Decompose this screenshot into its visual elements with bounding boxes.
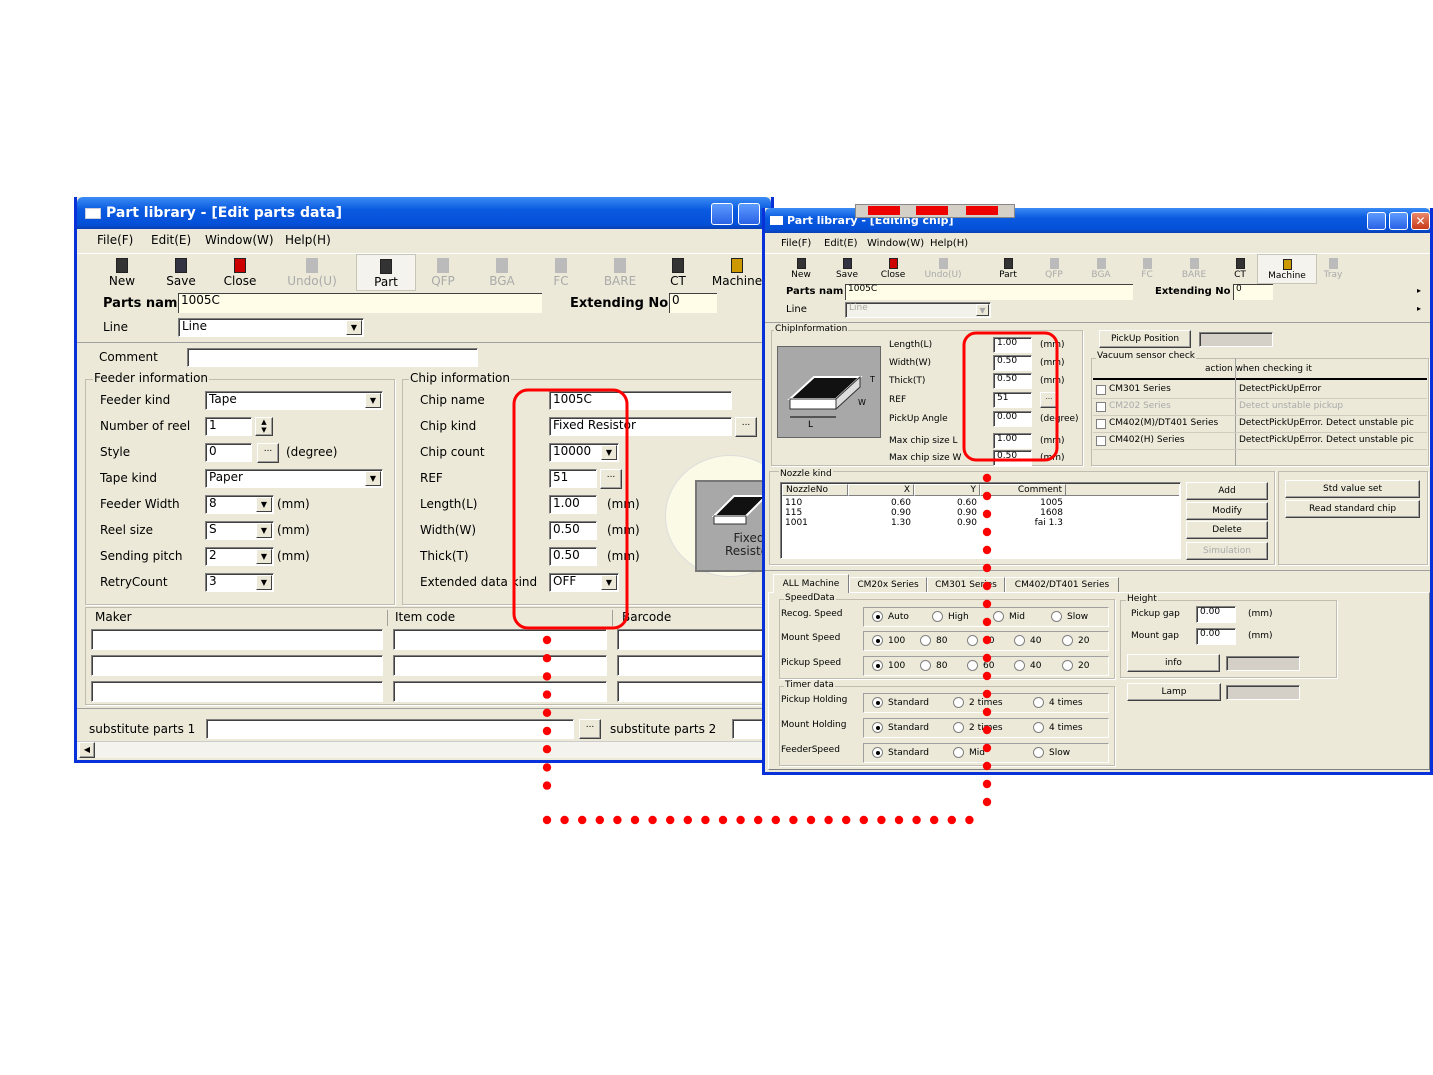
connector-dot	[982, 653, 992, 663]
connector-dot	[613, 815, 622, 825]
connector-dot	[982, 725, 992, 735]
highlight-box-right	[962, 331, 1059, 462]
connector-dot	[542, 690, 552, 699]
connector-dot	[982, 635, 992, 645]
connector-dot	[982, 779, 992, 789]
tab-all-machine[interactable]: ALL Machine	[773, 574, 849, 593]
connector-dot	[824, 815, 833, 825]
connector-dot	[542, 781, 552, 790]
connector-dot	[982, 491, 992, 501]
connector-dot	[930, 815, 939, 825]
connector-dot	[718, 815, 728, 825]
connector-dot	[542, 708, 552, 717]
connector-dot	[982, 617, 992, 627]
connector-dot	[965, 815, 974, 825]
connector-dot	[982, 743, 992, 753]
connector-dot	[982, 563, 992, 573]
connector-dot	[806, 815, 816, 825]
connector-dot	[982, 797, 992, 807]
connector-dot	[701, 815, 710, 825]
connector-dot	[982, 761, 992, 771]
connector-dot	[736, 815, 745, 825]
connector-dot	[982, 599, 992, 609]
highlight-box-left	[512, 388, 629, 630]
connector-dot	[947, 815, 956, 825]
connector-dot	[648, 815, 657, 825]
connector-dot	[542, 654, 552, 663]
connector-dot	[560, 815, 569, 825]
connector-dot	[982, 509, 992, 519]
connector-dot	[542, 763, 552, 772]
connector-dot	[912, 815, 921, 825]
connector-dot	[771, 815, 780, 825]
connector-dot	[542, 726, 552, 736]
connector-dot	[542, 815, 552, 825]
connector-dot	[595, 815, 604, 825]
annotation-overlay	[512, 331, 1059, 825]
connector-dot	[754, 815, 763, 825]
connector-dot	[542, 635, 552, 645]
connector-dot	[894, 815, 904, 825]
connector-dot	[542, 672, 552, 681]
connector-dot	[982, 707, 992, 717]
connector-dot	[982, 527, 992, 537]
connector-dot	[982, 545, 992, 555]
connector-dot	[842, 815, 851, 825]
connector-dot	[683, 815, 692, 825]
connector-dot	[982, 473, 992, 483]
connector-dot	[982, 689, 992, 699]
connector-dot	[982, 581, 992, 591]
connector-dot	[578, 815, 587, 825]
connector-dot	[859, 815, 868, 825]
connector-dot	[666, 815, 675, 825]
dotted-connector	[542, 473, 992, 825]
connector-dot	[789, 815, 798, 825]
connector-dot	[630, 815, 640, 825]
connector-dot	[877, 815, 886, 825]
connector-dot	[542, 745, 552, 754]
connector-dot	[982, 671, 992, 681]
